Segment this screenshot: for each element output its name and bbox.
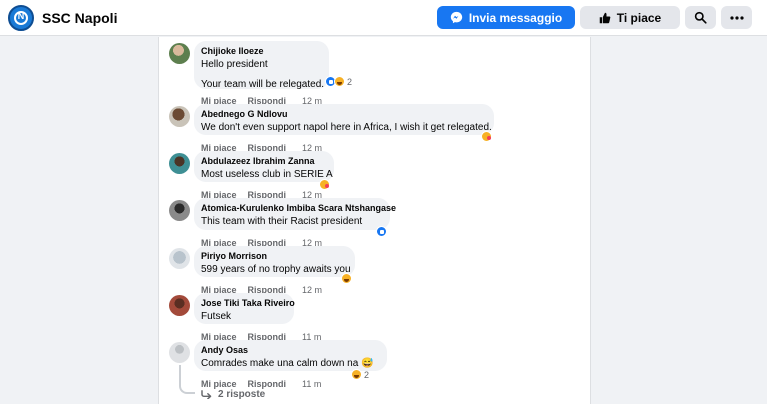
page-title[interactable]: SSC Napoli	[42, 10, 117, 26]
comment-author[interactable]: Abednego G Ndlovu	[201, 108, 487, 121]
reaction-summary[interactable]: 2	[325, 76, 352, 87]
search-button[interactable]	[685, 6, 716, 29]
comment-author[interactable]: Atomica-Kurulenko Imbiba Scara Ntshangas…	[201, 202, 396, 215]
comment-text: Your team will be relegated.	[201, 79, 325, 90]
avatar[interactable]	[169, 43, 190, 64]
comment-text: We don't even support napol here in Afri…	[201, 122, 492, 133]
like-page-label: Ti piace	[616, 10, 662, 25]
comment-author[interactable]: Chijioke Iloeze	[201, 45, 322, 58]
like-reaction-icon	[376, 226, 387, 237]
send-message-button[interactable]: Invia messaggio	[437, 6, 575, 29]
reaction-count: 2	[364, 369, 370, 380]
comment-text: Hello president	[201, 59, 268, 70]
page-header: N SSC Napoli Invia messaggio Ti piace	[0, 0, 767, 36]
comment-text: 599 years of no trophy awaits you	[201, 264, 351, 275]
comment-bubble: Piriyo Morrison 599 years of no trophy a…	[194, 246, 355, 277]
comments-panel: Chijioke Iloeze Hello president Your tea…	[158, 37, 591, 404]
reaction-summary[interactable]: 2	[351, 369, 369, 380]
reaction-summary[interactable]	[481, 131, 492, 142]
comment-bubble: Atomica-Kurulenko Imbiba Scara Ntshangas…	[194, 198, 396, 230]
comment-time[interactable]: 11 m	[302, 378, 321, 390]
avatar[interactable]	[169, 342, 190, 363]
avatar[interactable]	[169, 200, 190, 221]
haha-reaction-icon	[351, 369, 362, 380]
comment-time[interactable]: 12 m	[302, 284, 322, 296]
comment-bubble: Abdulazeez Ibrahim Zanna Most useless cl…	[194, 151, 334, 182]
avatar[interactable]	[169, 153, 190, 174]
more-options-button[interactable]	[721, 6, 752, 29]
thread-line	[179, 365, 181, 384]
thread-connector	[179, 384, 195, 394]
comment-text: Most useless club in SERIE A	[201, 169, 333, 180]
send-message-label: Invia messaggio	[468, 10, 563, 25]
comment-text: This team with their Racist president	[201, 216, 363, 227]
avatar[interactable]	[169, 106, 190, 127]
comment-author[interactable]: Jose Tiki Taka Riveiro	[201, 297, 295, 310]
comment-author[interactable]: Andy Osas	[201, 344, 380, 357]
reaction-count: 2	[347, 76, 353, 87]
replies-label: 2 risposte	[218, 389, 266, 400]
haha-reaction-icon	[334, 76, 345, 87]
haha-reaction-icon	[341, 273, 352, 284]
reaction-summary[interactable]	[341, 273, 352, 284]
comment-text: Futsek	[201, 311, 232, 322]
more-icon	[729, 15, 744, 20]
logo-letter: N	[17, 11, 25, 21]
comment-bubble: Abednego G Ndlovu We don't even support …	[194, 104, 494, 135]
comment-bubble: Chijioke Iloeze Hello president Your tea…	[194, 41, 329, 90]
avatar[interactable]	[169, 295, 190, 316]
care-reaction-icon	[481, 131, 492, 142]
thumbs-up-icon	[599, 12, 611, 23]
reply-arrow-icon	[201, 390, 212, 399]
comment-bubble: Andy Osas Comrades make una calm down na…	[194, 340, 387, 371]
avatar[interactable]	[169, 248, 190, 269]
view-replies-link[interactable]: 2 risposte	[201, 389, 265, 400]
search-icon	[694, 11, 707, 24]
comment-author[interactable]: Piriyo Morrison	[201, 250, 348, 263]
comment-bubble: Jose Tiki Taka Riveiro Futsek	[194, 293, 295, 324]
like-page-button[interactable]: Ti piace	[580, 6, 680, 29]
reaction-summary[interactable]	[376, 226, 387, 237]
ssc-napoli-logo[interactable]: N	[8, 5, 34, 31]
messenger-icon	[450, 11, 462, 24]
comment-author[interactable]: Abdulazeez Ibrahim Zanna	[201, 155, 327, 168]
